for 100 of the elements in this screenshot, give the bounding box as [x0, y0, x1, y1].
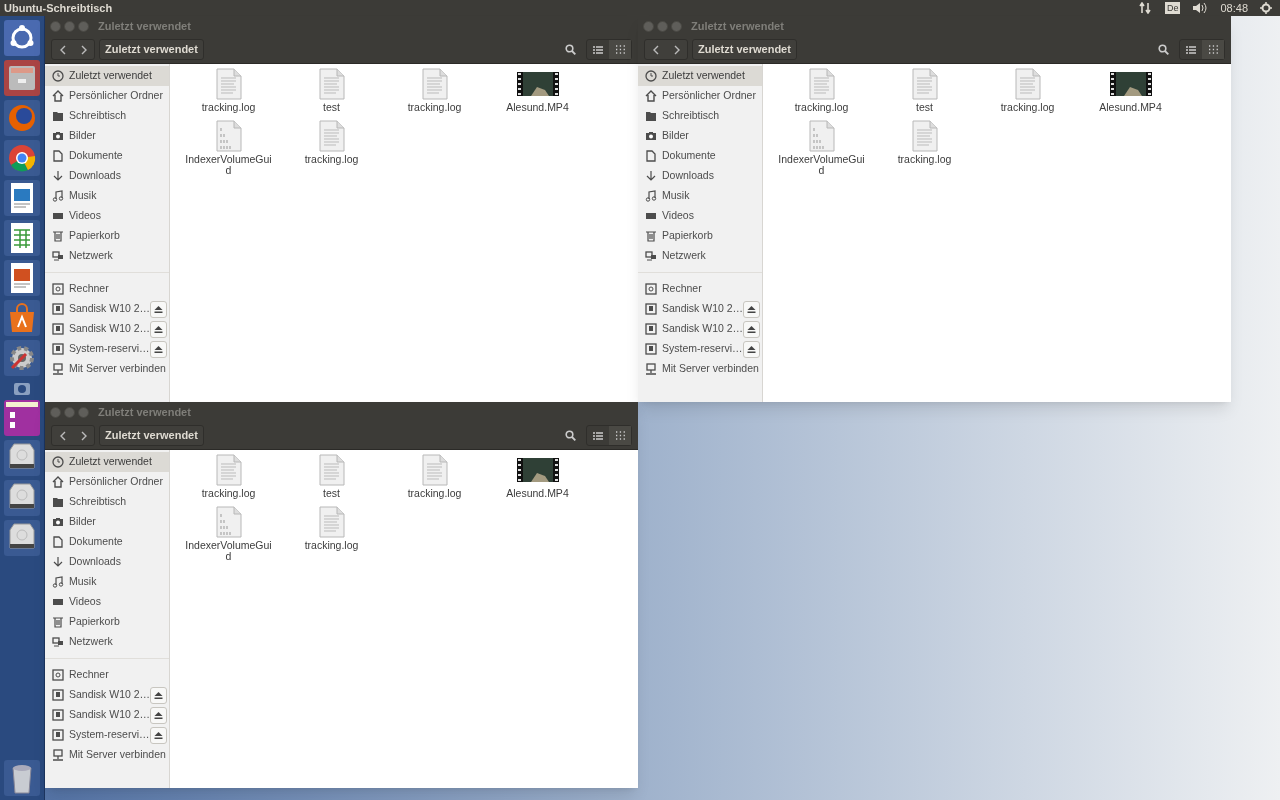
sidebar-item[interactable]: Netzwerk	[45, 246, 169, 266]
file-item[interactable]: test	[280, 68, 383, 120]
sidebar-label: Mit Server verbinden	[662, 361, 760, 377]
file-item[interactable]: Alesund.MP4	[1079, 68, 1182, 120]
file-item[interactable]: Alesund.MP4	[486, 68, 589, 120]
settings-icon[interactable]	[4, 340, 40, 376]
sidebar-item[interactable]: Dokumente	[638, 146, 762, 166]
sidebar-item[interactable]: Mit Server verbinden	[45, 359, 169, 379]
eject-button[interactable]	[150, 320, 167, 338]
sidebar-item[interactable]: Sandisk W10 2…	[45, 319, 169, 339]
hard-drive-icon[interactable]	[4, 520, 40, 556]
sidebar-item[interactable]: Videos	[45, 206, 169, 226]
eject-button[interactable]	[150, 686, 167, 704]
sidebar-item[interactable]: Zuletzt verwendet	[638, 66, 762, 86]
document-writer-icon[interactable]	[4, 180, 40, 216]
sidebar-item[interactable]: Schreibtisch	[638, 106, 762, 126]
eject-button[interactable]	[149, 340, 167, 358]
sidebar-item[interactable]: Sandisk W10 2…	[638, 319, 762, 339]
sidebar-item[interactable]: Sandisk W10 2…	[638, 299, 762, 319]
eject-button[interactable]	[150, 300, 167, 318]
sidebar-item[interactable]: Rechner	[45, 279, 169, 299]
sidebar-item[interactable]: Musik	[45, 186, 169, 206]
file-cabinet-icon[interactable]	[4, 60, 40, 96]
trash-icon[interactable]	[4, 760, 40, 796]
camera-icon[interactable]	[13, 380, 31, 396]
sidebar-item[interactable]: Rechner	[45, 665, 169, 685]
sidebar-item[interactable]: Downloads	[45, 166, 169, 186]
sidebar-item[interactable]: Bilder	[638, 126, 762, 146]
clock[interactable]: 08:48	[1220, 0, 1248, 17]
sidebar-item[interactable]: Dokumente	[45, 146, 169, 166]
file-item[interactable]: tracking.log	[177, 68, 280, 120]
eject-button[interactable]	[743, 300, 760, 318]
eject-icon	[154, 691, 164, 699]
sidebar-item[interactable]: Schreibtisch	[45, 106, 169, 126]
sidebar-item[interactable]: Downloads	[638, 166, 762, 186]
file-item[interactable]: tracking.log	[383, 68, 486, 120]
eject-button[interactable]	[742, 340, 760, 358]
sidebar-item[interactable]: Papierkorb	[45, 612, 169, 632]
chrome-icon[interactable]	[4, 140, 40, 176]
sidebar-label: Persönlicher Ordner	[662, 88, 757, 104]
chevron-left-icon	[59, 44, 66, 55]
gear-icon[interactable]	[1260, 2, 1272, 14]
sidebar-item[interactable]: System-reservi…	[638, 339, 762, 359]
sidebar-item[interactable]: System-reservi…	[45, 339, 169, 359]
sidebar-item[interactable]: Dokumente	[45, 532, 169, 552]
file-item[interactable]: tracking.log	[383, 454, 486, 506]
hard-drive-icon[interactable]	[4, 480, 40, 516]
sidebar-item[interactable]: Videos	[45, 592, 169, 612]
file-item[interactable]: tracking.log	[976, 68, 1079, 120]
file-item[interactable]: test	[280, 454, 383, 506]
sidebar-item[interactable]: Papierkorb	[45, 226, 169, 246]
file-item[interactable]: tracking.log	[280, 506, 383, 558]
spreadsheet-icon[interactable]	[4, 220, 40, 256]
sidebar-item[interactable]: Zuletzt verwendet	[45, 452, 169, 472]
sidebar-item[interactable]: Rechner	[638, 279, 762, 299]
sidebar-item[interactable]: Schreibtisch	[45, 492, 169, 512]
workspace-switcher-icon[interactable]	[4, 400, 40, 436]
sidebar-item[interactable]: Musik	[638, 186, 762, 206]
sidebar-item[interactable]: Bilder	[45, 126, 169, 146]
sidebar-item[interactable]: Netzwerk	[45, 632, 169, 652]
hard-drive-icon[interactable]	[4, 440, 40, 476]
eject-button[interactable]	[743, 320, 760, 338]
sidebar-item[interactable]: Sandisk W10 2…	[45, 685, 169, 705]
sidebar-item[interactable]: Zuletzt verwendet	[45, 66, 169, 86]
keyboard-layout-indicator[interactable]: De	[1164, 2, 1181, 14]
sidebar-item[interactable]: Mit Server verbinden	[638, 359, 762, 379]
file-item[interactable]: test	[873, 68, 976, 120]
text-file-icon	[421, 68, 448, 100]
eject-button[interactable]	[149, 726, 167, 744]
grid-view-button[interactable]	[609, 40, 631, 59]
presentation-icon[interactable]	[4, 260, 40, 296]
file-item[interactable]: Alesund.MP4	[486, 454, 589, 506]
sidebar-label: Netzwerk	[69, 248, 114, 264]
path-button[interactable]: Zuletzt verwendet	[99, 425, 204, 446]
file-item[interactable]: tracking.log	[770, 68, 873, 120]
sidebar-item[interactable]: Downloads	[45, 552, 169, 572]
sidebar-item[interactable]: Persönlicher Ordner	[45, 472, 169, 492]
grid-view-button[interactable]	[1202, 40, 1224, 59]
sidebar-item[interactable]: Videos	[638, 206, 762, 226]
ubuntu-logo-icon[interactable]	[4, 20, 40, 56]
sidebar-item[interactable]: Mit Server verbinden	[45, 745, 169, 765]
sidebar-item[interactable]: Sandisk W10 2…	[45, 299, 169, 319]
sidebar-item[interactable]: Bilder	[45, 512, 169, 532]
sidebar-item[interactable]: Persönlicher Ordner	[45, 86, 169, 106]
grid-view-button[interactable]	[609, 426, 631, 445]
path-button[interactable]: Zuletzt verwendet	[692, 39, 797, 60]
sidebar-item[interactable]: Sandisk W10 2…	[45, 705, 169, 725]
file-item[interactable]: tracking.log	[873, 120, 976, 172]
path-button[interactable]: Zuletzt verwendet	[99, 39, 204, 60]
sidebar-item[interactable]: Papierkorb	[638, 226, 762, 246]
network-arrows-icon[interactable]	[1138, 2, 1153, 14]
shopping-bag-icon[interactable]	[4, 300, 40, 336]
eject-button[interactable]	[150, 706, 167, 724]
file-item[interactable]: tracking.log	[177, 454, 280, 506]
file-item[interactable]: tracking.log	[280, 120, 383, 172]
sidebar-item[interactable]: Persönlicher Ordner	[638, 86, 762, 106]
volume-icon[interactable]	[1192, 2, 1209, 14]
sidebar-item[interactable]: System-reservi…	[45, 725, 169, 745]
sidebar-item[interactable]: Netzwerk	[638, 246, 762, 266]
sidebar-item[interactable]: Musik	[45, 572, 169, 592]
